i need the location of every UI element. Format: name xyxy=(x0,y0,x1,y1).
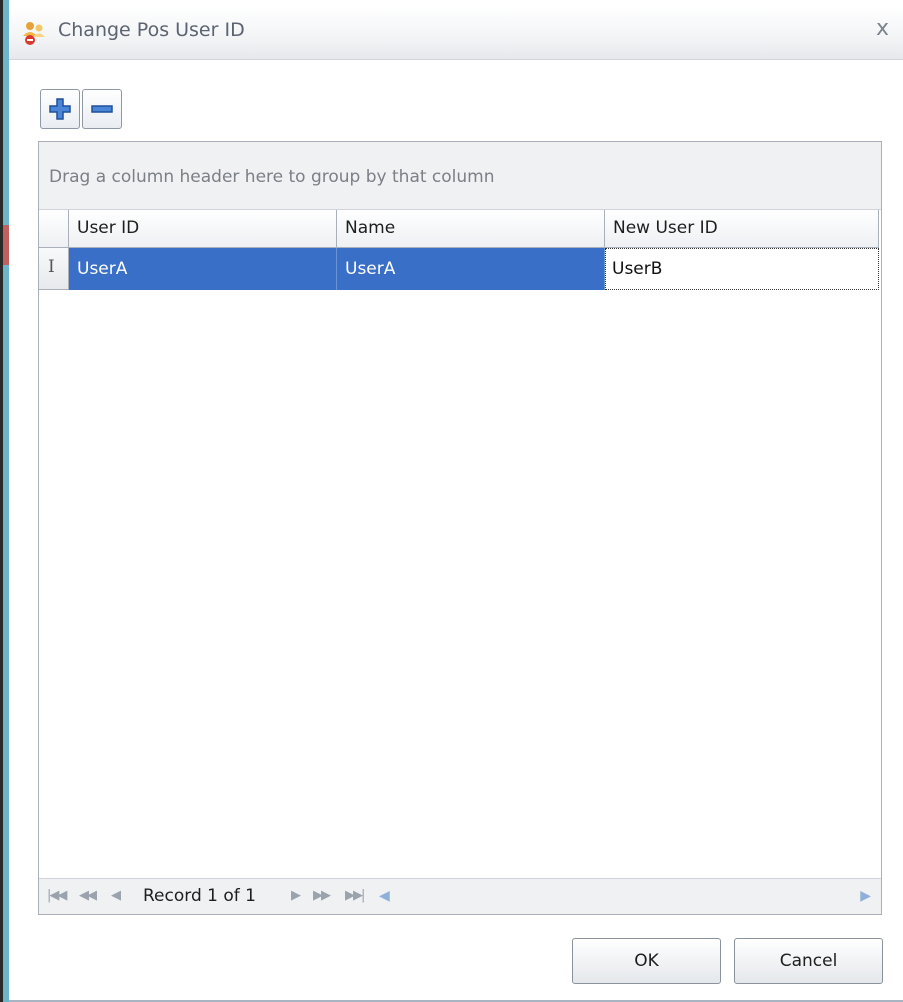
first-record-icon[interactable]: |◀◀ xyxy=(47,888,67,903)
cancel-button[interactable]: Cancel xyxy=(734,938,883,984)
plus-icon xyxy=(49,98,71,120)
column-header-label: Name xyxy=(345,218,396,238)
column-header-name[interactable]: Name xyxy=(337,210,605,248)
column-header-user-id[interactable]: User ID xyxy=(69,210,337,248)
row-indicator-cursor-icon: I xyxy=(48,257,55,277)
dialog-window: Change Pos User ID x Drag a column heade… xyxy=(9,0,903,1002)
add-row-button[interactable] xyxy=(40,89,80,129)
cell-name[interactable]: UserA xyxy=(337,248,605,290)
remove-row-button[interactable] xyxy=(82,89,122,129)
record-counter: Record 1 of 1 xyxy=(143,886,256,906)
next-record-icon[interactable]: ▶ xyxy=(291,888,301,903)
app-users-icon xyxy=(23,22,45,45)
title-bar[interactable]: Change Pos User ID x xyxy=(9,6,903,60)
table-row[interactable]: I UserA UserA xyxy=(39,248,879,290)
close-icon[interactable]: x xyxy=(876,18,889,40)
last-record-icon[interactable]: ▶▶| xyxy=(345,888,365,903)
next-page-icon[interactable]: ▶▶ xyxy=(313,888,331,903)
column-header-label: User ID xyxy=(77,218,140,238)
minus-icon xyxy=(91,105,113,113)
previous-page-icon[interactable]: ◀◀ xyxy=(79,888,97,903)
new-user-id-input[interactable] xyxy=(605,248,879,290)
previous-record-icon[interactable]: ◀ xyxy=(111,888,121,903)
group-by-panel[interactable]: Drag a column header here to group by th… xyxy=(39,142,881,210)
users-grid: Drag a column header here to group by th… xyxy=(38,141,882,915)
cell-text: UserA xyxy=(345,259,396,279)
row-indicator[interactable]: I xyxy=(39,248,69,290)
record-navigator: |◀◀ ◀◀ ◀ Record 1 of 1 ▶ ▶▶ ▶▶| ◀ ▶ xyxy=(39,878,881,914)
scroll-right-arrow-icon[interactable]: ▶ xyxy=(860,888,871,904)
window-title: Change Pos User ID xyxy=(58,19,245,41)
cell-text: UserA xyxy=(77,259,128,279)
header-indicator-corner xyxy=(39,210,69,248)
group-panel-hint: Drag a column header here to group by th… xyxy=(49,167,495,187)
cell-user-id[interactable]: UserA xyxy=(69,248,337,290)
scroll-left-arrow-icon[interactable]: ◀ xyxy=(379,888,390,904)
column-header-new-user-id[interactable]: New User ID xyxy=(605,210,879,248)
ok-button[interactable]: OK xyxy=(572,938,721,984)
column-header-label: New User ID xyxy=(613,218,718,238)
background-window-edge xyxy=(0,0,9,1002)
